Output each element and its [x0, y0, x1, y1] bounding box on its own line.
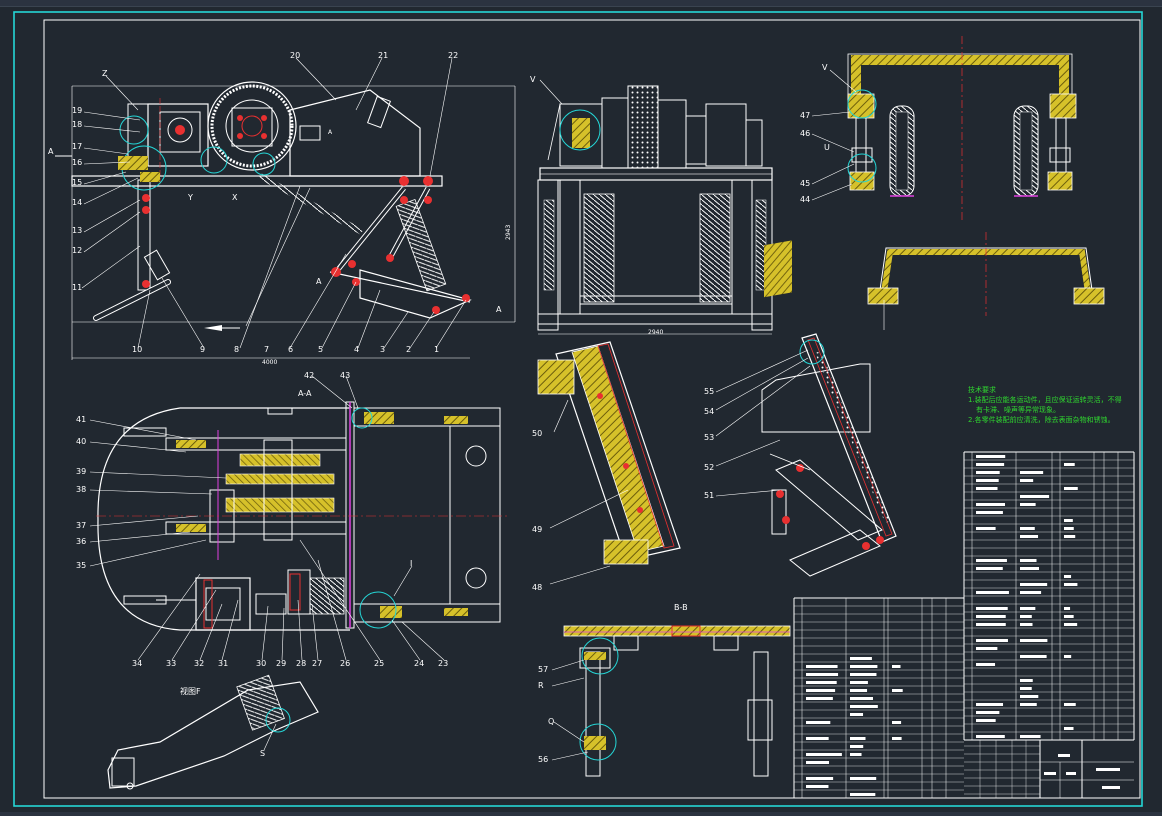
balloon-20: 20 [290, 51, 300, 60]
balloon-48: 48 [532, 583, 542, 592]
balloon-47: 47 [800, 111, 810, 120]
balloon-26: 26 [340, 659, 350, 668]
balloon-33: 33 [166, 659, 176, 668]
balloon-16: 16 [72, 158, 82, 167]
balloon-34: 34 [132, 659, 142, 668]
section-bb-view: B-B 57 R Q 56 [538, 603, 791, 777]
tech-line-1b: 有卡滞、噪声等异常现象。 [976, 405, 1060, 414]
balloon-x: X [232, 193, 238, 202]
tech-heading: 技术要求 [968, 385, 996, 394]
balloon-12: 12 [72, 246, 82, 255]
balloon-30: 30 [256, 659, 266, 668]
balloon-40: 40 [76, 437, 86, 446]
balloon-r: R [538, 681, 544, 690]
balloon-8: 8 [234, 345, 239, 354]
diagonal-arm-view: 55 54 53 52 51 [704, 240, 897, 577]
side-view: 2940 V [530, 75, 773, 336]
bottom-status-strip [0, 812, 1162, 816]
balloon-22: 22 [448, 51, 458, 60]
balloon-3: 3 [380, 345, 385, 354]
balloon-41: 41 [76, 415, 86, 424]
balloon-25: 25 [374, 659, 384, 668]
balloon-y: Y [187, 193, 193, 202]
balloon-5: 5 [318, 345, 323, 354]
balloon-45: 45 [800, 179, 810, 188]
balloon-55: 55 [704, 387, 714, 396]
balloon-17: 17 [72, 142, 82, 151]
balloon-53: 53 [704, 433, 714, 442]
balloon-15: 15 [72, 178, 82, 187]
balloon-35: 35 [76, 561, 86, 570]
balloon-54: 54 [704, 407, 714, 416]
balloon-43: 43 [340, 371, 350, 380]
balloon-32: 32 [194, 659, 204, 668]
balloon-18: 18 [72, 120, 82, 129]
balloon-2: 2 [406, 345, 411, 354]
section-bb-title: B-B [674, 603, 688, 612]
detail-f-title: 视图F [180, 686, 201, 696]
tech-requirements: 技术要求 1.装配后应能各运动件，且应保证运转灵活，不得 有卡滞、噪声等异常现象… [968, 385, 1122, 424]
balloon-49: 49 [532, 525, 542, 534]
balloon-11: 11 [72, 283, 82, 292]
balloon-42: 42 [304, 371, 314, 380]
section-aa-title: A-A [298, 389, 312, 398]
main-elevation-view: A A A A 4000 2943 [48, 81, 516, 366]
balloon-14: 14 [72, 198, 82, 207]
cad-drawing-sheet: A A A A 4000 2943 Z 19 18 17 16 15 14 13… [13, 11, 1143, 807]
balloon-38: 38 [76, 485, 86, 494]
balloon-31: 31 [218, 659, 228, 668]
section-arrow-a-left: A [48, 147, 54, 156]
balloon-56: 56 [538, 755, 548, 764]
balloon-z: Z [102, 69, 108, 78]
balloon-v: V [822, 63, 828, 72]
balloon-37: 37 [76, 521, 86, 530]
balloon-13: 13 [72, 226, 82, 235]
balloon-19: 19 [72, 106, 82, 115]
section-arrow-a-mid: A [316, 277, 322, 286]
svg-text:A: A [328, 129, 333, 136]
main-view-balloon-labels: Z 19 18 17 16 15 14 13 12 11 10 9 8 7 6 … [72, 51, 458, 354]
balloon-36: 36 [76, 537, 86, 546]
balloon-4: 4 [354, 345, 359, 354]
dim-right: 2943 [505, 225, 512, 240]
small-u-frame [867, 232, 1105, 330]
section-arrow-a-right: A [496, 305, 502, 314]
balloon-s: S [260, 749, 265, 758]
balloon-28: 28 [296, 659, 306, 668]
u-frame-top-view [847, 36, 1077, 220]
inclined-arm-view: 50 49 48 [532, 341, 681, 592]
balloon-21: 21 [378, 51, 388, 60]
tech-line-2: 2.各零件装配前应清洗，除去表面杂物和锈蚀。 [968, 415, 1115, 424]
balloon-29: 29 [276, 659, 286, 668]
balloon-1: 1 [434, 345, 439, 354]
tech-line-1: 1.装配后应能各运动件，且应保证运转灵活，不得 [968, 395, 1122, 404]
side-dim-bottom: 2940 [648, 329, 663, 336]
balloon-i: I [410, 559, 412, 568]
balloon-q: Q [548, 717, 554, 726]
balloon-27: 27 [312, 659, 322, 668]
balloon-u: U [824, 143, 830, 152]
balloon-9: 9 [200, 345, 205, 354]
balloon-50: 50 [532, 429, 542, 438]
balloon-6: 6 [288, 345, 293, 354]
dim-bottom: 4000 [262, 359, 277, 366]
balloon-39: 39 [76, 467, 86, 476]
balloon-24: 24 [414, 659, 424, 668]
balloon-57: 57 [538, 665, 548, 674]
balloon-10: 10 [132, 345, 142, 354]
balloon-7: 7 [264, 345, 269, 354]
section-aa-view: A-A [96, 389, 510, 631]
balloon-23: 23 [438, 659, 448, 668]
balloon-46: 46 [800, 129, 810, 138]
parts-list-table [793, 451, 1135, 799]
balloon-44: 44 [800, 195, 810, 204]
balloon-52: 52 [704, 463, 714, 472]
balloon-51: 51 [704, 491, 714, 500]
detail-f-view: 视图F S [107, 674, 319, 790]
balloon-v-side: V [530, 75, 536, 84]
